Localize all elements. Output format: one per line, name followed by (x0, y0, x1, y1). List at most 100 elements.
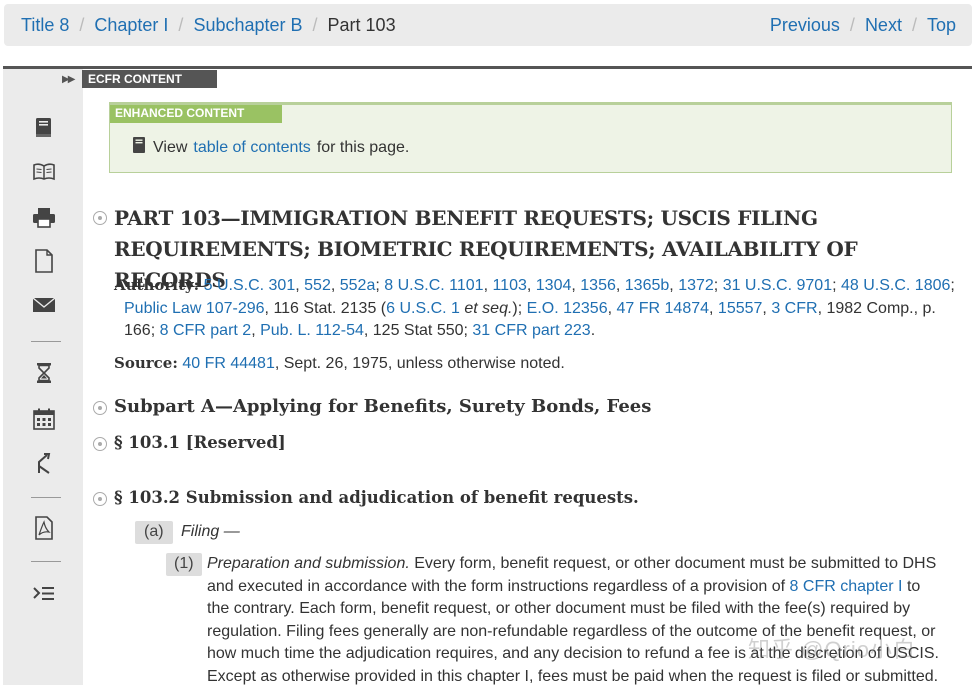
source-link[interactable]: 40 FR 44481 (182, 355, 275, 372)
authority-link[interactable]: 1304 (536, 277, 572, 294)
branch-icon[interactable] (31, 450, 57, 476)
authority-link[interactable]: 15557 (718, 300, 763, 317)
expand-arrows-icon[interactable]: ▶▶ (62, 74, 82, 85)
authority-label: Authority: (114, 276, 200, 294)
authority-text: ; (713, 277, 719, 294)
authority-text: ; (375, 277, 380, 294)
authority-text: , (615, 277, 621, 294)
authority-link[interactable]: 48 U.S.C. 1806 (841, 277, 950, 294)
breadcrumb-title-8[interactable]: Title 8 (21, 15, 69, 36)
book-icon[interactable] (31, 115, 57, 141)
paragraph-label: Filing — (181, 523, 240, 540)
pdf-icon[interactable] (31, 515, 57, 541)
previous-link[interactable]: Previous (770, 15, 840, 36)
authority-text: , (607, 299, 613, 317)
authority-text: , (571, 277, 576, 294)
authority-text: , 125 Stat 550; (363, 322, 468, 339)
authority-link[interactable]: Public Law 107-296 (124, 300, 265, 317)
sidebar-divider (31, 561, 61, 562)
breadcrumb-current: Part 103 (327, 14, 396, 35)
sidebar-toolbar (3, 69, 83, 685)
authority-link[interactable]: 1356 (580, 277, 616, 294)
calendar-icon[interactable] (31, 406, 57, 432)
authority-link[interactable]: 8 CFR part 2 (160, 322, 252, 339)
section-103-2-heading: § 103.2 Submission and adjudication of b… (114, 488, 639, 507)
table-of-contents-line: View table of contents for this page. (132, 136, 409, 159)
section-103-1-heading: § 103.1 [Reserved] (114, 433, 286, 452)
authority-text: ); (512, 299, 523, 317)
breadcrumb-separator: / (178, 14, 184, 35)
ecfr-content-label: ECFR CONTENT (82, 70, 217, 88)
source-label: Source: (114, 354, 178, 372)
breadcrumb-bar: Title 8 / Chapter I / Subchapter B / Par… (4, 4, 972, 46)
hourglass-icon[interactable] (31, 360, 57, 386)
top-link[interactable]: Top (927, 15, 956, 36)
paragraph-label: Preparation and submission. (207, 555, 410, 572)
paragraph-1-number-wrap: (1) (166, 553, 206, 576)
authority-text: , (526, 277, 532, 294)
paragraph-number: (1) (166, 553, 202, 576)
cfr-chapter-link[interactable]: 8 CFR chapter I (790, 578, 903, 595)
breadcrumb-separator: / (312, 14, 318, 35)
authority-link[interactable]: 31 CFR part 223 (472, 322, 590, 339)
part-toggle-icon[interactable] (93, 211, 107, 225)
authority-link[interactable]: 1365b (625, 277, 670, 294)
section-toggle-icon[interactable] (93, 437, 107, 451)
watermark: 知乎 @Qrio小白 (748, 637, 917, 662)
authority-text: , (709, 299, 714, 317)
paragraph-1-text: Preparation and submission. Every form, … (207, 553, 945, 685)
book-icon (132, 136, 147, 159)
authority-link[interactable]: 31 U.S.C. 9701 (723, 277, 832, 294)
authority-text: et seq. (464, 299, 513, 317)
authority-text: , (330, 277, 336, 294)
authority-link[interactable]: 552 (304, 277, 331, 294)
authority-text: ; (832, 277, 837, 294)
authority-text: , (762, 299, 767, 317)
table-of-contents-link[interactable]: table of contents (193, 139, 310, 157)
authority-text: , 116 Stat. 2135 ( (264, 299, 387, 317)
next-link[interactable]: Next (865, 15, 902, 36)
pager-separator: / (849, 14, 855, 35)
view-text: View (153, 138, 188, 156)
authority-link[interactable]: Pub. L. 112-54 (260, 322, 364, 339)
content-top-rule (3, 66, 972, 69)
authority-link[interactable]: 6 U.S.C. 1 (386, 300, 460, 317)
enhanced-content-box: ENHANCED CONTENT View table of contents … (109, 102, 952, 173)
authority-link[interactable]: 5 U.S.C. 301 (204, 277, 296, 294)
section-toggle-icon[interactable] (93, 492, 107, 506)
authority-paragraph: Authority: 5 U.S.C. 301, 552, 552a; 8 U.… (114, 274, 964, 343)
authority-link[interactable]: 3 CFR (771, 300, 817, 317)
breadcrumb-chapter-i[interactable]: Chapter I (94, 15, 168, 36)
authority-text: , (483, 277, 489, 294)
authority-text: , (295, 277, 300, 294)
authority-link[interactable]: 8 U.S.C. 1101 (384, 277, 483, 294)
paragraph-a: (a) Filing — (135, 521, 240, 544)
open-book-icon[interactable] (31, 159, 57, 185)
paragraph-number: (a) (135, 521, 173, 544)
for-this-page-text: for this page. (316, 138, 410, 156)
authority-text: , (669, 277, 674, 294)
breadcrumb-separator: / (79, 14, 85, 35)
document-icon[interactable] (31, 248, 57, 274)
source-text: , Sept. 26, 1975, unless otherwise noted… (274, 355, 565, 372)
sidebar-divider (31, 341, 61, 342)
subpart-toggle-icon[interactable] (93, 401, 107, 415)
pager-separator: / (911, 14, 917, 35)
authority-link[interactable]: E.O. 12356 (527, 300, 608, 317)
authority-link[interactable]: 1372 (678, 277, 714, 294)
enhanced-content-rule (109, 102, 952, 105)
email-icon[interactable] (31, 292, 57, 318)
breadcrumb-subchapter-b[interactable]: Subchapter B (193, 15, 302, 36)
authority-text: , (251, 322, 256, 339)
ecfr-content-tab[interactable]: ▶▶ ECFR CONTENT (62, 70, 217, 88)
authority-text: ; (950, 277, 955, 294)
print-icon[interactable] (31, 205, 57, 231)
source-paragraph: Source: 40 FR 44481, Sept. 26, 1975, unl… (114, 352, 964, 376)
sidebar-divider (31, 497, 61, 498)
authority-link[interactable]: 552a (340, 277, 376, 294)
authority-link[interactable]: 1103 (492, 277, 526, 294)
authority-text: . (590, 322, 596, 339)
outline-indent-icon[interactable] (31, 581, 57, 607)
enhanced-content-label: ENHANCED CONTENT (110, 102, 282, 123)
authority-link[interactable]: 47 FR 14874 (617, 300, 710, 317)
